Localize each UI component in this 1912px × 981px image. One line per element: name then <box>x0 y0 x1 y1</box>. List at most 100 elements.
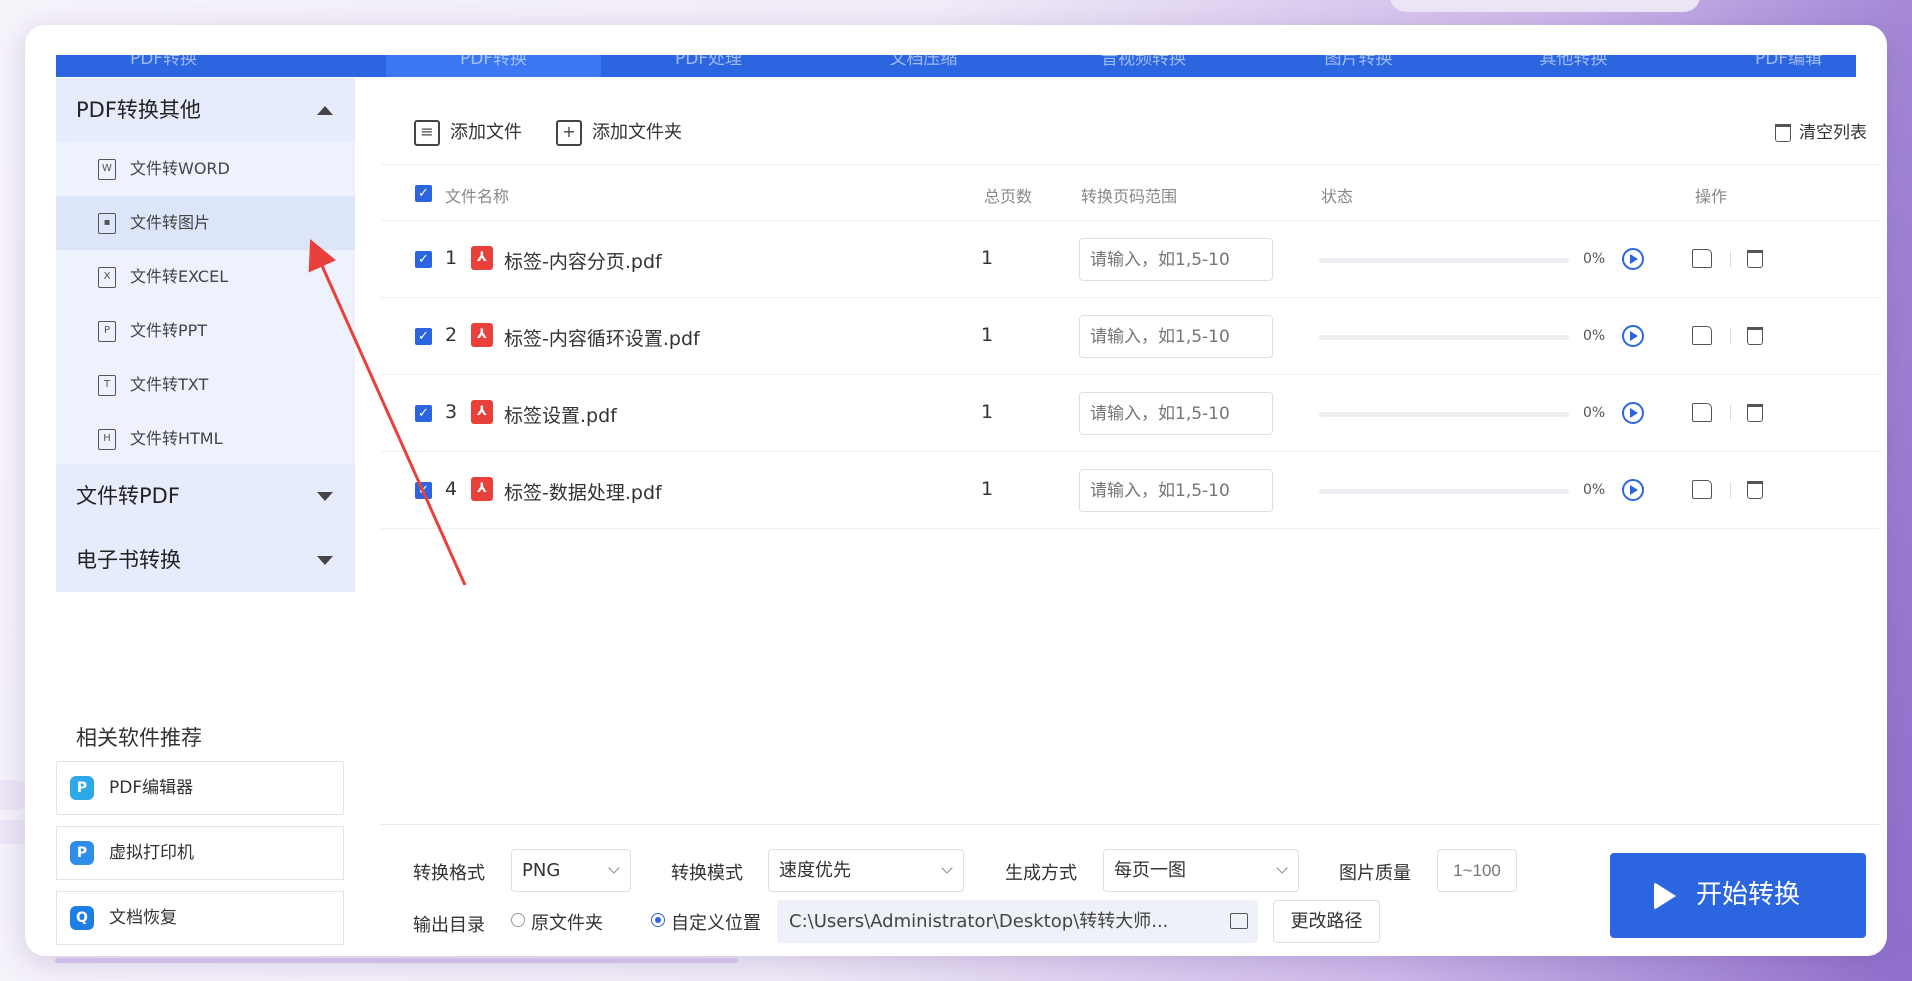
open-folder-icon[interactable] <box>1692 249 1712 268</box>
quality-label: 图片质量 <box>1339 863 1411 884</box>
clear-list-button[interactable]: 清空列表 <box>1773 120 1867 146</box>
action-divider <box>1730 251 1731 267</box>
action-divider <box>1730 482 1731 498</box>
caret-up-icon <box>317 106 333 115</box>
open-folder-icon[interactable] <box>1692 403 1712 422</box>
sidebar-section-ebook[interactable]: 电子书转换 <box>56 528 355 592</box>
nav-tab[interactable]: PDF转换 <box>56 55 271 77</box>
related-software-title: 相关软件推荐 <box>76 726 202 750</box>
nav-tab-pdf-process[interactable]: PDF处理 <box>601 55 816 77</box>
html-file-icon: H <box>98 429 116 450</box>
progress-bar <box>1319 335 1569 340</box>
action-divider <box>1730 328 1731 344</box>
output-path-field[interactable]: C:\Users\Administrator\Desktop\转转大师... <box>777 900 1258 943</box>
related-pdf-editor[interactable]: P PDF编辑器 <box>56 761 344 815</box>
progress-percent: 0% <box>1583 328 1606 344</box>
start-convert-button[interactable]: 开始转换 <box>1610 853 1866 938</box>
generation-select[interactable]: 每页一图 <box>1103 849 1299 892</box>
related-virtual-printer[interactable]: P 虚拟打印机 <box>56 826 344 880</box>
progress-bar <box>1319 412 1569 417</box>
folder-icon[interactable] <box>1230 913 1248 929</box>
toolbar: ≡ 添加文件 + 添加文件夹 清空列表 <box>381 103 1881 165</box>
app-window: PDF转换 PDF转换 PDF转换 PDF处理 文档压缩 音视频转换 图片转换 … <box>25 25 1887 956</box>
add-folder-icon: + <box>556 120 582 146</box>
delete-row-icon[interactable] <box>1747 327 1763 345</box>
radio-off-icon <box>511 913 525 927</box>
row-checkbox[interactable]: ✓ <box>415 328 432 345</box>
sidebar-item-to-ppt[interactable]: P 文件转PPT <box>56 304 355 358</box>
main-panel: ≡ 添加文件 + 添加文件夹 清空列表 ✓ 文件名称 总页数 转换页码范围 状态… <box>381 103 1881 956</box>
related-doc-recovery[interactable]: Q 文档恢复 <box>56 891 344 945</box>
row-checkbox[interactable]: ✓ <box>415 405 432 422</box>
row-file-name: 标签设置.pdf <box>504 405 617 427</box>
header-file-name: 文件名称 <box>445 187 510 206</box>
header-page-range: 转换页码范围 <box>1081 187 1178 206</box>
nav-tab-compress[interactable]: 文档压缩 <box>816 55 1031 77</box>
sidebar-item-to-image[interactable]: ▪ 文件转图片 <box>56 196 355 250</box>
page-range-input[interactable] <box>1079 315 1273 358</box>
change-path-button[interactable]: 更改路径 <box>1273 900 1380 943</box>
add-file-button[interactable]: ≡ 添加文件 <box>414 120 522 146</box>
mode-label: 转换模式 <box>671 863 743 884</box>
sidebar-sub-list: W 文件转WORD ▪ 文件转图片 X 文件转EXCEL P 文件转PPT T … <box>56 142 355 464</box>
row-index: 1 <box>445 247 458 269</box>
sidebar-item-to-html[interactable]: H 文件转HTML <box>56 412 355 466</box>
table-row[interactable]: ✓ 3 ⅄ 标签设置.pdf 1 0% <box>381 375 1881 452</box>
table-row[interactable]: ✓ 2 ⅄ 标签-内容循环设置.pdf 1 0% <box>381 298 1881 375</box>
top-nav-bar: PDF转换 PDF转换 PDF转换 PDF处理 文档压缩 音视频转换 图片转换 … <box>56 55 1856 77</box>
progress-percent: 0% <box>1583 405 1606 421</box>
related-label: 虚拟打印机 <box>109 843 194 863</box>
sidebar-item-to-excel[interactable]: X 文件转EXCEL <box>56 250 355 304</box>
radio-original-folder[interactable]: 原文件夹 <box>511 909 603 935</box>
sidebar-item-to-txt[interactable]: T 文件转TXT <box>56 358 355 412</box>
row-total-pages: 1 <box>981 478 994 500</box>
nav-tab-image-convert[interactable]: 图片转换 <box>1251 55 1466 77</box>
row-checkbox[interactable]: ✓ <box>415 251 432 268</box>
sidebar-section-file-to-pdf[interactable]: 文件转PDF <box>56 464 355 528</box>
sidebar-item-label: 文件转PPT <box>130 321 208 340</box>
delete-row-icon[interactable] <box>1747 404 1763 422</box>
row-checkbox[interactable]: ✓ <box>415 482 432 499</box>
chevron-down-icon <box>608 862 620 874</box>
radio-label: 自定义位置 <box>671 913 761 934</box>
sidebar-item-label: 文件转HTML <box>130 429 223 448</box>
delete-row-icon[interactable] <box>1747 481 1763 499</box>
select-all-checkbox[interactable]: ✓ <box>415 185 432 202</box>
sidebar-item-label: 文件转TXT <box>130 375 209 394</box>
action-divider <box>1730 405 1731 421</box>
table-row[interactable]: ✓ 4 ⅄ 标签-数据处理.pdf 1 0% <box>381 452 1881 529</box>
settings-panel: 转换格式 PNG 转换模式 速度优先 生成方式 每页一图 图片质量 输出目录 原… <box>381 824 1881 956</box>
page-range-input[interactable] <box>1079 469 1273 512</box>
add-folder-button[interactable]: + 添加文件夹 <box>556 120 682 146</box>
sidebar-section-pdf-to-other[interactable]: PDF转换其他 <box>56 78 355 142</box>
nav-tab-other-convert[interactable]: 其他转换 <box>1466 55 1681 77</box>
format-select[interactable]: PNG <box>511 849 631 892</box>
generation-value: 每页一图 <box>1114 860 1186 881</box>
play-icon[interactable] <box>1622 479 1644 501</box>
row-index: 2 <box>445 324 458 346</box>
progress-percent: 0% <box>1583 482 1606 498</box>
open-folder-icon[interactable] <box>1692 480 1712 499</box>
pdf-file-icon: ⅄ <box>471 400 493 424</box>
pdf-file-icon: ⅄ <box>471 246 493 270</box>
table-row[interactable]: ✓ 1 ⅄ 标签-内容分页.pdf 1 0% <box>381 221 1881 298</box>
sidebar-item-to-word[interactable]: W 文件转WORD <box>56 142 355 196</box>
play-icon[interactable] <box>1622 325 1644 347</box>
page-range-input[interactable] <box>1079 392 1273 435</box>
nav-tab-pdf-convert[interactable]: PDF转换 <box>386 55 601 77</box>
nav-tab-av-convert[interactable]: 音视频转换 <box>1036 55 1251 77</box>
open-folder-icon[interactable] <box>1692 326 1712 345</box>
trash-icon <box>1775 124 1791 142</box>
chevron-down-icon <box>1276 862 1288 874</box>
nav-tab-pdf-edit[interactable]: PDF编辑 <box>1681 55 1856 77</box>
section-label: PDF转换其他 <box>76 98 201 122</box>
mode-select[interactable]: 速度优先 <box>768 849 964 892</box>
quality-input[interactable] <box>1437 849 1517 892</box>
caret-down-icon <box>317 556 333 565</box>
page-range-input[interactable] <box>1079 238 1273 281</box>
play-icon[interactable] <box>1622 402 1644 424</box>
radio-custom-location[interactable]: 自定义位置 <box>651 909 761 935</box>
play-icon[interactable] <box>1622 248 1644 270</box>
delete-row-icon[interactable] <box>1747 250 1763 268</box>
start-convert-label: 开始转换 <box>1696 880 1801 910</box>
